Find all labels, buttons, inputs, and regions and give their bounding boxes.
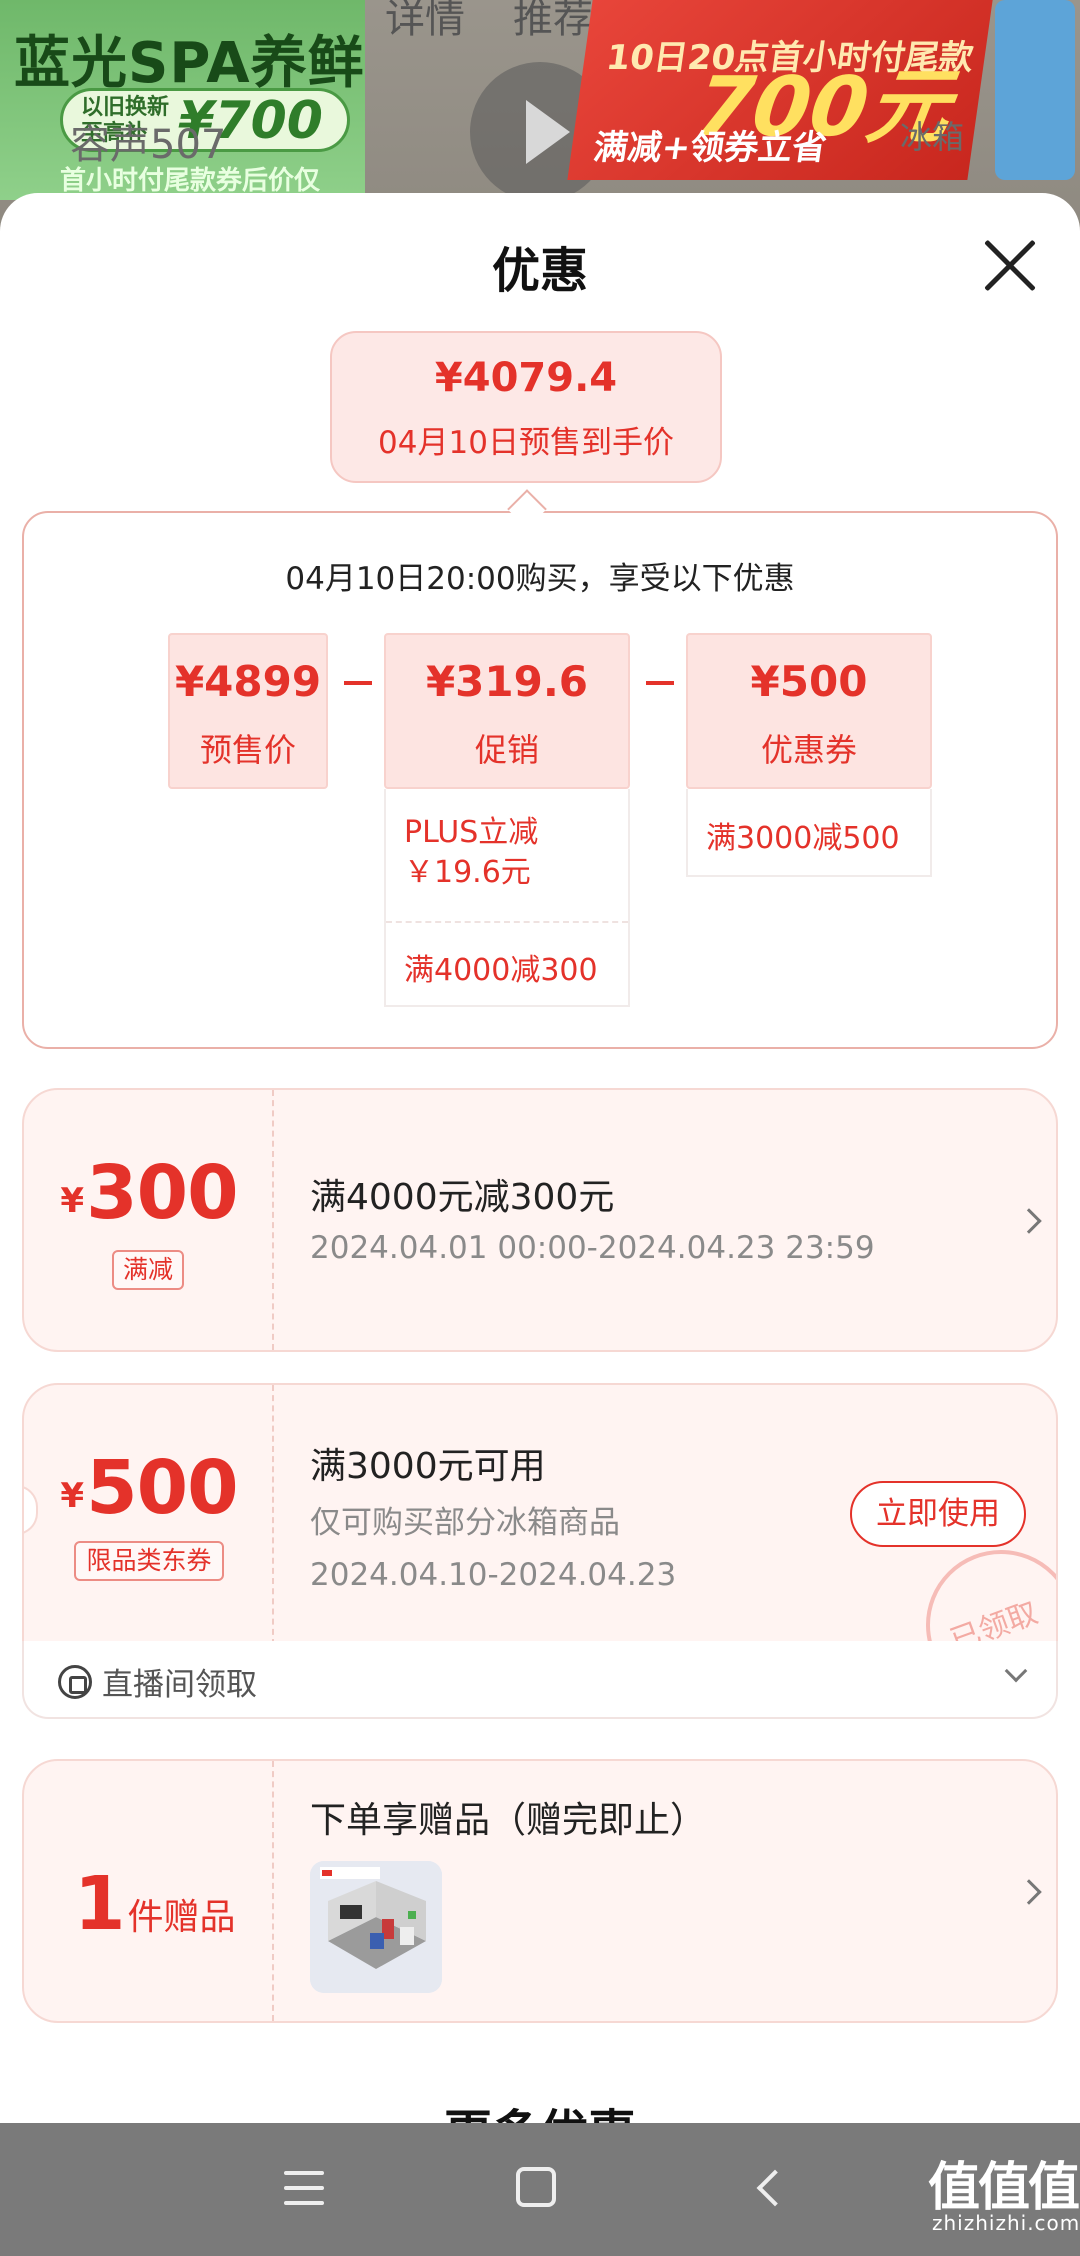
gift-image-icon [310, 1861, 442, 1993]
chevron-down-icon[interactable] [1004, 1659, 1028, 1683]
coupon-amount: ¥300 [24, 1150, 274, 1236]
plus-discount-label: PLUS立减 [404, 815, 539, 850]
gift-card[interactable]: 1件赠品 下单享赠品（赠完即止） [22, 1759, 1058, 2023]
promotion-value: ¥319.6 [425, 657, 589, 706]
gift-title: 下单享赠品（赠完即止） [310, 1800, 707, 1841]
coupon-amount: ¥500 [24, 1445, 274, 1531]
product-thumbnail [995, 0, 1075, 180]
live-room-icon [58, 1665, 92, 1699]
coupon-details: 满3000减500 [686, 789, 932, 877]
coupon-detail-text: 满3000减500 [706, 821, 900, 856]
promo-left-title: 蓝光SPA养鲜 [14, 31, 365, 96]
coupon-dates: 2024.04.10-2024.04.23 [310, 1557, 677, 1593]
chevron-right-icon[interactable] [1016, 1208, 1042, 1234]
coupon-card-full-reduction[interactable]: ¥300 满减 满4000元减300元 2024.04.01 00:00-202… [22, 1088, 1058, 1352]
plus-discount-amount: ￥19.6元 [404, 855, 531, 890]
coupon-title: 满3000元可用 [310, 1446, 546, 1487]
coupon-box: ¥500 优惠券 [686, 633, 932, 789]
live-room-source-row[interactable]: 直播间领取 [22, 1641, 1058, 1719]
claimed-stamp-text: 已领取 [945, 1595, 1043, 1647]
claimed-stamp: 已领取 [926, 1550, 1056, 1647]
chevron-right-icon[interactable] [1016, 1879, 1042, 1905]
live-room-source-text: 直播间领取 [102, 1667, 257, 1703]
tab-details[interactable]: 详情 [385, 0, 465, 42]
promo-right-line2: 满减+领券立省 [591, 128, 830, 168]
recent-apps-icon[interactable] [284, 2171, 324, 2207]
category-hint: 冰箱 [900, 118, 965, 156]
watermark-logo: 值值值 [928, 2158, 1080, 2218]
full-reduction-detail: 满4000减300 [404, 953, 598, 988]
final-price-box: ¥4079.4 04月10日预售到手价 [330, 331, 722, 483]
coupon-card-category[interactable]: ¥500 限品类东券 满3000元可用 仅可购买部分冰箱商品 2024.04.1… [22, 1383, 1058, 1647]
minus-sign [646, 681, 674, 685]
gift-count-number: 1 [74, 1861, 126, 1947]
coupon-value: ¥500 [750, 657, 868, 706]
promotion-details: PLUS立减 ￥19.6元 满4000减300 [384, 789, 630, 1007]
promo-banner-left: 蓝光SPA养鲜 以旧换新 至高补 ¥700 首小时付尾款券后价仅 [0, 0, 365, 200]
coupon-amount-value: 500 [86, 1445, 238, 1531]
tab-recommend[interactable]: 推荐 [513, 0, 593, 42]
presale-price-box: ¥4899 预售价 [168, 633, 328, 789]
coupon-type-tag: 满减 [112, 1250, 184, 1290]
discount-sheet: 优惠 ¥4079.4 04月10日预售到手价 04月10日20:00购买，享受以… [0, 193, 1080, 2123]
coupon-type-tag: 限品类东券 [74, 1541, 224, 1581]
presale-price-value: ¥4899 [174, 657, 322, 706]
back-icon[interactable] [756, 2169, 794, 2207]
coupon-label: 优惠券 [760, 731, 857, 769]
promotion-box: ¥319.6 促销 [384, 633, 630, 789]
close-icon[interactable] [980, 235, 1040, 295]
coupon-title: 满4000元减300元 [310, 1177, 615, 1218]
home-icon[interactable] [516, 2167, 556, 2207]
breakdown-intro: 04月10日20:00购买，享受以下优惠 [285, 561, 795, 597]
minus-sign [344, 681, 372, 685]
sheet-title: 优惠 [491, 243, 588, 299]
final-price: ¥4079.4 [434, 355, 618, 401]
presale-price-label: 预售价 [199, 731, 296, 769]
coupon-amount-value: 300 [86, 1150, 238, 1236]
currency-symbol: ¥ [60, 1476, 85, 1516]
coupon-dates: 2024.04.01 00:00-2024.04.23 23:59 [310, 1230, 875, 1266]
price-breakdown: 04月10日20:00购买，享受以下优惠 ¥4899 预售价 ¥319.6 促销… [22, 511, 1058, 1049]
search-hint: 容声507 [70, 122, 227, 168]
gift-thumbnail[interactable] [310, 1861, 442, 1993]
use-now-button[interactable]: 立即使用 [850, 1481, 1026, 1547]
coupon-scope: 仅可购买部分冰箱商品 [310, 1505, 620, 1541]
gift-count: 1件赠品 [74, 1861, 236, 1947]
currency-symbol: ¥ [60, 1181, 85, 1221]
system-nav-bar: 值值值 zhizhizhi.com [0, 2123, 1080, 2256]
gift-count-unit: 件赠品 [127, 1897, 236, 1938]
watermark-url: zhizhizhi.com [932, 2211, 1080, 2235]
final-price-subtitle: 04月10日预售到手价 [378, 425, 674, 461]
more-discounts-title: 更多优惠 [0, 2093, 1080, 2123]
promotion-label: 促销 [474, 731, 539, 769]
